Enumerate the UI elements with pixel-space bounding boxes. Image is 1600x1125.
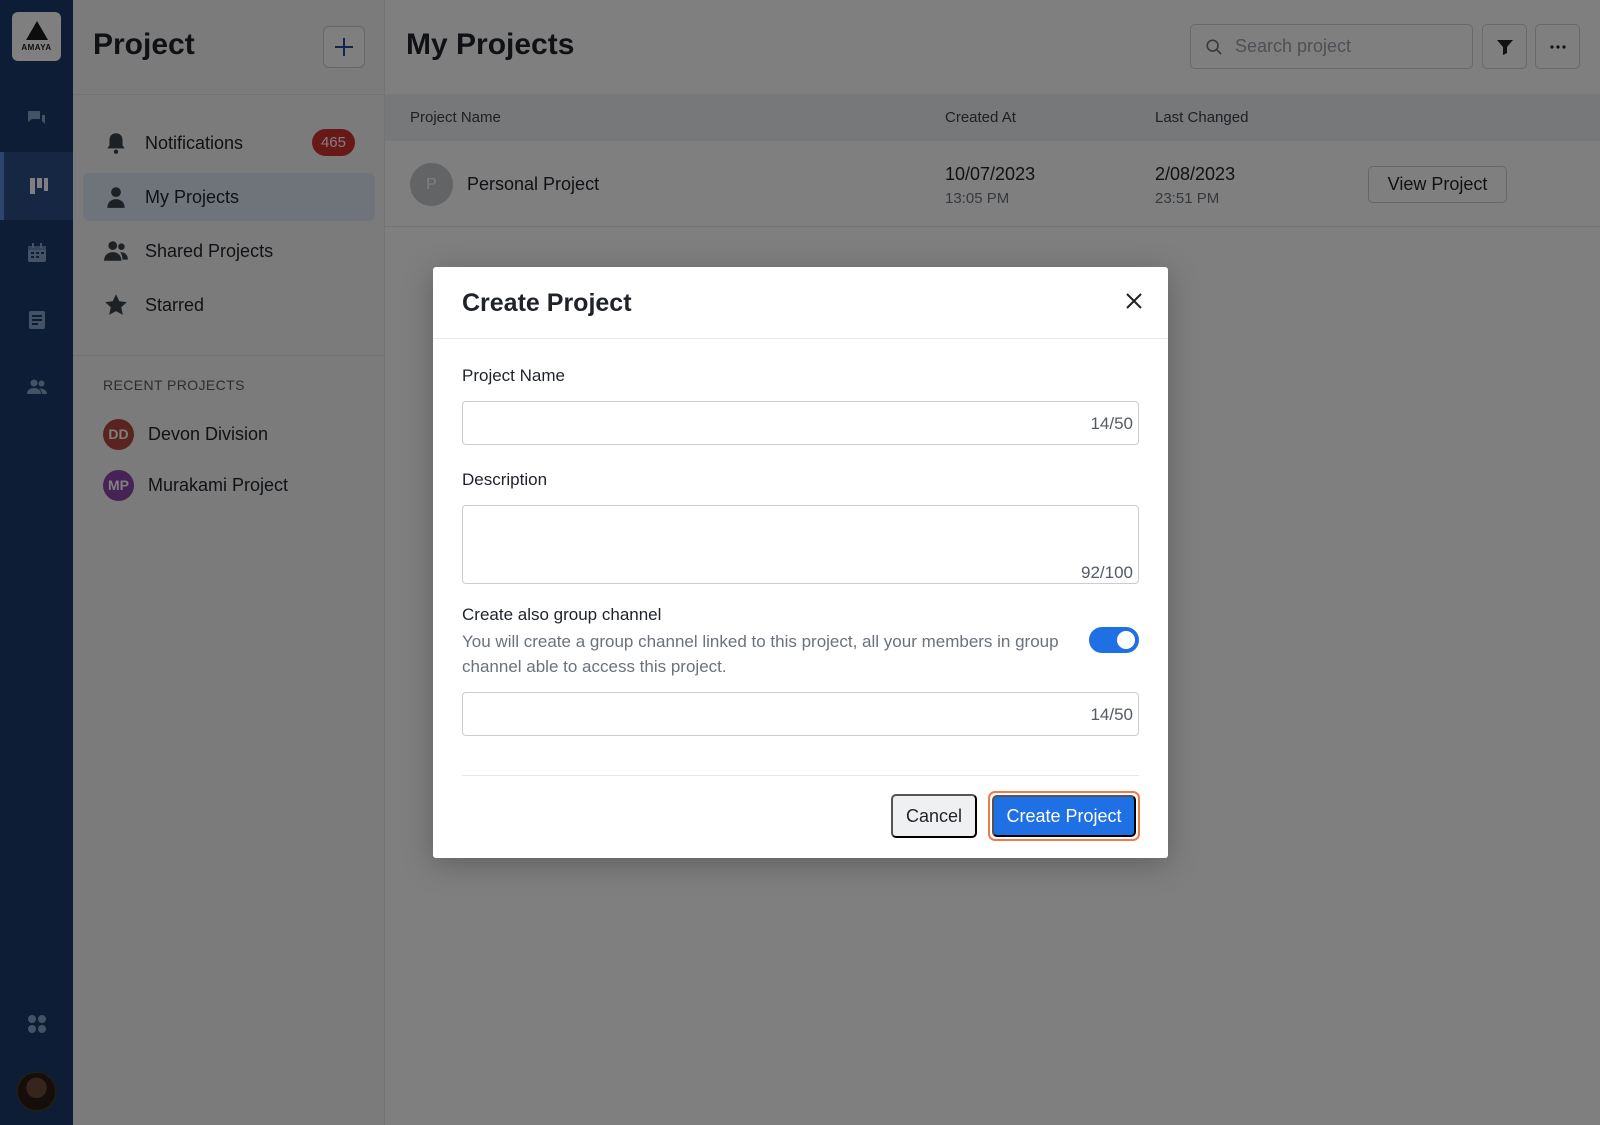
close-dialog-button[interactable] [1120, 287, 1148, 315]
group-channel-toggle[interactable] [1089, 627, 1139, 653]
dialog-title: Create Project [462, 289, 632, 317]
description-field[interactable]: 92/100 [462, 505, 1139, 584]
project-name-label: Project Name [462, 366, 565, 385]
project-name-char-count: 14/50 [1090, 414, 1133, 433]
description-label: Description [462, 470, 548, 489]
group-channel-title: Create also group channel [462, 605, 662, 624]
channel-name-field[interactable]: 14/50 [462, 692, 1139, 736]
dialog-footer-divider [462, 775, 1139, 776]
cancel-button[interactable]: Cancel [891, 794, 977, 838]
toggle-knob [1117, 631, 1135, 649]
create-project-button-focus-ring: Create Project [988, 791, 1140, 841]
create-project-dialog: Create Project Project Name 14/50 Descri… [433, 267, 1168, 858]
channel-name-char-count: 14/50 [1090, 705, 1133, 724]
dialog-header: Create Project [433, 267, 1168, 339]
project-name-field[interactable]: 14/50 [462, 401, 1139, 445]
close-icon [1126, 293, 1142, 309]
group-channel-description: You will create a group channel linked t… [462, 632, 1059, 676]
create-project-button[interactable]: Create Project [992, 795, 1136, 837]
description-char-count: 92/100 [1081, 563, 1133, 582]
